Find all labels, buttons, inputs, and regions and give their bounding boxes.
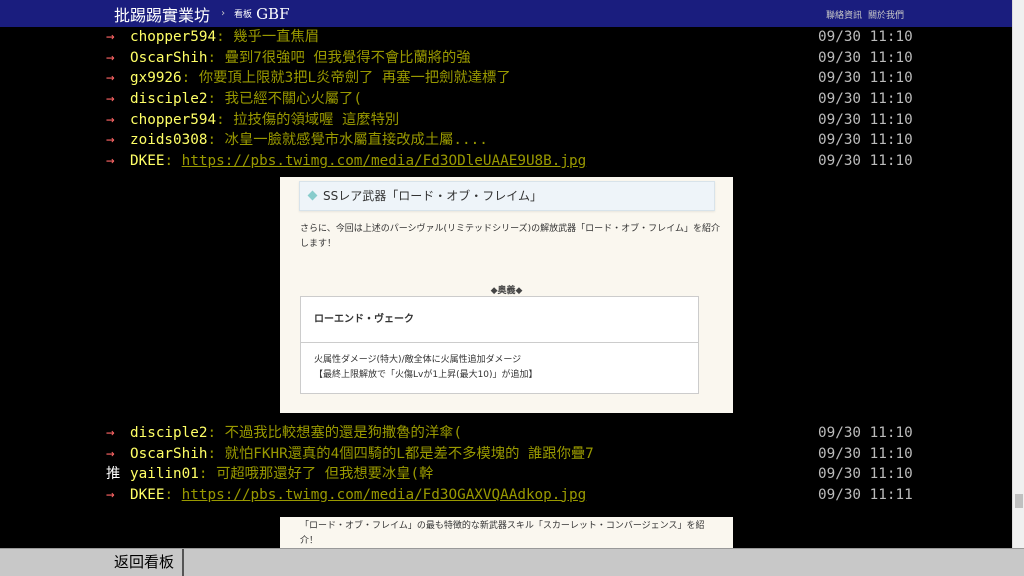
push-userid: yailin01 <box>130 466 199 483</box>
board-name-link[interactable]: GBF <box>256 5 289 23</box>
push-content: : 你要頂上限就3把L炎帝劍了 再塞一把劍就達標了 <box>181 70 511 87</box>
top-navigation-bar: 批踢踢實業坊 › 看板 GBF 聯絡資訊 關於我們 <box>0 0 1012 27</box>
image-intro-text: さらに、今回は上述のパーシヴァル(リミテッドシリーズ)の解放武器「ロード・オブ・… <box>300 223 720 249</box>
push-row: → disciple2: 我已經不關心火屬了( 09/30 11:10 <box>0 89 1012 110</box>
ougi-desc-line-2: 【最終上限解放で「火傷Lvが1上昇(最大10)」が追加】 <box>314 369 538 380</box>
bottom-bar: 返回看板 <box>0 548 1024 576</box>
push-userid: DKEE <box>130 486 165 503</box>
push-timestamp: 09/30 11:10 <box>818 445 913 462</box>
embedded-image-weapon[interactable]: SSレア武器「ロード・オブ・フレイム」 さらに、今回は上述のパーシヴァル(リミテ… <box>280 176 733 413</box>
push-userid: OscarShih <box>130 49 208 66</box>
back-to-board-button[interactable]: 返回看板 <box>100 549 185 576</box>
push-userid: OscarShih <box>130 445 208 462</box>
push-row: → chopper594: 拉技傷的領域喔 這麼特別 09/30 11:10 <box>0 110 1012 131</box>
push-image-link[interactable]: https://pbs.twimg.com/media/Fd3OGAXVQAAd… <box>182 487 587 503</box>
ougi-desc-line-1: 火属性ダメージ(特大)/敵全体に火属性追加ダメージ <box>314 354 522 365</box>
push-tag: → <box>106 132 115 149</box>
push-tag: → <box>106 153 115 170</box>
push-user-line: gx9926: 你要頂上限就3把L炎帝劍了 再塞一把劍就達標了 <box>130 68 511 89</box>
push-content: : 就怕FKHR還真的4個四騎的L都是差不多模塊的 誰跟你疊7 <box>207 445 594 462</box>
push-content: : <box>164 153 182 170</box>
push-tag: 推 <box>106 466 121 483</box>
push-content: : 不過我比較想塞的還是狗撒魯的洋傘( <box>207 424 463 441</box>
push-content: : 幾乎一直焦眉 <box>216 29 320 45</box>
push-userid: chopper594 <box>130 111 217 128</box>
about-us-link[interactable]: 關於我們 <box>868 8 904 21</box>
board-label: 看板 <box>234 10 253 20</box>
breadcrumb-separator: › <box>220 8 227 19</box>
push-tag: → <box>106 486 115 503</box>
push-user-line: OscarShih: 就怕FKHR還真的4個四騎的L都是差不多模塊的 誰跟你疊7 <box>130 444 594 465</box>
push-content: : 可超哦那還好了 但我想要冰皇(幹 <box>198 466 434 483</box>
push-user-line: DKEE: https://pbs.twimg.com/media/Fd3ODl… <box>130 151 586 172</box>
push-content: : 拉技傷的領域喔 這麼特別 <box>216 111 400 128</box>
push-content: : 我已經不關心火屬了( <box>207 91 362 108</box>
push-timestamp: 09/30 11:10 <box>818 70 913 87</box>
push-timestamp: 09/30 11:10 <box>818 91 913 108</box>
push-tag: → <box>106 70 115 87</box>
image-section-title: ◆奥義◆ <box>490 285 523 296</box>
push-user-line: chopper594: 拉技傷的領域喔 這麼特別 <box>130 110 399 131</box>
push-timestamp: 09/30 11:10 <box>818 153 913 170</box>
push-user-line: DKEE: https://pbs.twimg.com/media/Fd3OGA… <box>130 485 586 506</box>
image-skill-text: 「ロード・オブ・フレイム」の最も特徴的な新武器スキル「スカーレット・コンバージェ… <box>300 520 705 546</box>
push-user-line: chopper594: 幾乎一直焦眉 <box>130 27 319 48</box>
push-timestamp: 09/30 11:10 <box>818 132 913 149</box>
push-content: : <box>164 486 182 503</box>
push-list-bottom: → disciple2: 不過我比較想塞的還是狗撒魯的洋傘( 09/30 11:10… <box>0 423 1012 506</box>
push-userid: disciple2 <box>130 424 208 441</box>
push-row: 推 yailin01: 可超哦那還好了 但我想要冰皇(幹 09/30 11:10 <box>0 464 1012 485</box>
push-userid: chopper594 <box>130 29 217 45</box>
push-userid: DKEE <box>130 153 165 170</box>
vertical-scrollbar[interactable] <box>1012 0 1024 548</box>
push-image-link[interactable]: https://pbs.twimg.com/media/Fd3ODleUAAE9… <box>182 153 587 169</box>
top-links: 聯絡資訊 關於我們 <box>826 8 904 21</box>
site-title-link[interactable]: 批踢踢實業坊 <box>114 2 210 26</box>
push-timestamp: 09/30 11:10 <box>818 111 913 128</box>
push-tag: → <box>106 424 115 441</box>
push-user-line: disciple2: 我已經不關心火屬了( <box>130 89 362 110</box>
push-row: → OscarShih: 就怕FKHR還真的4個四騎的L都是差不多模塊的 誰跟你疊… <box>0 444 1012 465</box>
article-content: → chopper594: 幾乎一直焦眉 09/30 11:10 → OscarShih… <box>0 27 1012 557</box>
push-user-line: disciple2: 不過我比較想塞的還是狗撒魯的洋傘( <box>130 423 462 444</box>
push-userid: disciple2 <box>130 91 208 108</box>
push-timestamp: 09/30 11:11 <box>818 486 913 503</box>
push-row: → gx9926: 你要頂上限就3把L炎帝劍了 再塞一把劍就達標了 09/30 11… <box>0 68 1012 89</box>
push-tag: → <box>106 91 115 108</box>
contact-info-link[interactable]: 聯絡資訊 <box>826 8 862 21</box>
push-timestamp: 09/30 11:10 <box>818 424 913 441</box>
image-heading: SSレア武器「ロード・オブ・フレイム」 <box>299 180 715 211</box>
scrollbar-thumb[interactable] <box>1015 494 1023 508</box>
push-tag: → <box>106 29 115 45</box>
ougi-box: ローエンド・ヴェーク 火属性ダメージ(特大)/敵全体に火属性追加ダメージ 【最終… <box>300 295 699 394</box>
push-row: → DKEE: https://pbs.twimg.com/media/Fd3OG… <box>0 485 1012 506</box>
push-timestamp: 09/30 11:10 <box>818 49 913 66</box>
push-tag: → <box>106 111 115 128</box>
push-timestamp: 09/30 11:10 <box>818 466 913 483</box>
ougi-name: ローエンド・ヴェーク <box>301 297 698 343</box>
push-row: → disciple2: 不過我比較想塞的還是狗撒魯的洋傘( 09/30 11:10 <box>0 423 1012 444</box>
diamond-icon <box>307 190 318 201</box>
push-row: → DKEE: https://pbs.twimg.com/media/Fd3OD… <box>0 151 1012 172</box>
push-userid: zoids0308 <box>130 132 208 149</box>
push-user-line: yailin01: 可超哦那還好了 但我想要冰皇(幹 <box>130 464 433 485</box>
push-row: → zoids0308: 冰皇一臉就感覺市水屬直接改成土屬.... 09/30 11… <box>0 130 1012 151</box>
push-row: → OscarShih: 疊到7很強吧 但我覺得不會比蘭將的強 09/30 11:1… <box>0 48 1012 69</box>
push-row: → chopper594: 幾乎一直焦眉 09/30 11:10 <box>0 27 1012 48</box>
ougi-description: 火属性ダメージ(特大)/敵全体に火属性追加ダメージ 【最終上限解放で「火傷Lvが… <box>301 343 698 383</box>
push-tag: → <box>106 49 115 66</box>
push-tag: → <box>106 445 115 462</box>
push-user-line: OscarShih: 疊到7很強吧 但我覺得不會比蘭將的強 <box>130 48 471 69</box>
push-content: : 冰皇一臉就感覺市水屬直接改成土屬.... <box>207 132 488 149</box>
push-user-line: zoids0308: 冰皇一臉就感覺市水屬直接改成土屬.... <box>130 130 488 151</box>
push-content: : 疊到7很強吧 但我覺得不會比蘭將的強 <box>207 49 471 66</box>
push-list-top: → chopper594: 幾乎一直焦眉 09/30 11:10 → OscarShih… <box>0 27 1012 172</box>
push-timestamp: 09/30 11:10 <box>818 29 913 45</box>
push-userid: gx9926 <box>130 70 182 87</box>
